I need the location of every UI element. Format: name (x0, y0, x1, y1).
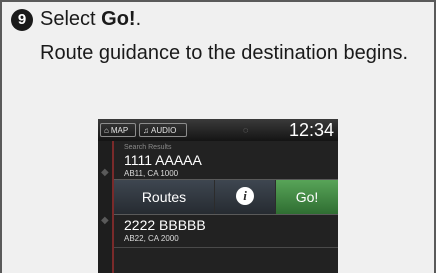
scroll-down-icon[interactable]: ◆ (101, 215, 109, 226)
status-bar: ⌂ MAP ♫ AUDIO ◌ 12:34 (98, 119, 338, 141)
result-name[interactable]: 2222 BBBBB (124, 217, 206, 233)
home-icon: ⌂ (104, 126, 109, 135)
step-number-badge: 9 (11, 9, 33, 31)
music-note-icon: ♫ (143, 126, 149, 135)
step-description: Route guidance to the destination begins… (40, 42, 409, 64)
audio-button[interactable]: ♫ AUDIO (139, 123, 187, 137)
routes-button[interactable]: Routes (114, 180, 214, 214)
map-button-label: MAP (110, 126, 129, 135)
result-address: AB22, CA 2000 (124, 234, 179, 243)
instruction-panel: 9 Select Go!. Route guidance to the dest… (0, 0, 436, 273)
step-title-suffix: . (135, 8, 142, 30)
map-button[interactable]: ⌂ MAP (100, 123, 136, 137)
result-action-bar: Routes i Go! (114, 179, 338, 215)
result-address: AB11, CA 1000 (124, 169, 179, 178)
step-title: Select Go!. (40, 8, 141, 31)
list-divider (114, 247, 338, 248)
info-icon: i (236, 187, 254, 205)
info-button[interactable]: i (215, 180, 275, 214)
audio-button-label: AUDIO (151, 126, 177, 135)
scroll-up-icon[interactable]: ◆ (101, 167, 109, 178)
signal-icon: ◌ (243, 125, 249, 135)
result-name[interactable]: 1111 AAAAA (124, 152, 202, 168)
step-title-bold: Go! (101, 8, 136, 30)
list-header: Search Results (124, 144, 172, 151)
clock: 12:34 (288, 120, 334, 140)
step-title-prefix: Select (40, 8, 102, 30)
list-scroll-bar[interactable]: ◆ ◆ (98, 141, 112, 273)
go-button[interactable]: Go! (276, 180, 338, 214)
navigation-screen: ⌂ MAP ♫ AUDIO ◌ 12:34 ◆ ◆ Search Results 1… (98, 119, 338, 273)
